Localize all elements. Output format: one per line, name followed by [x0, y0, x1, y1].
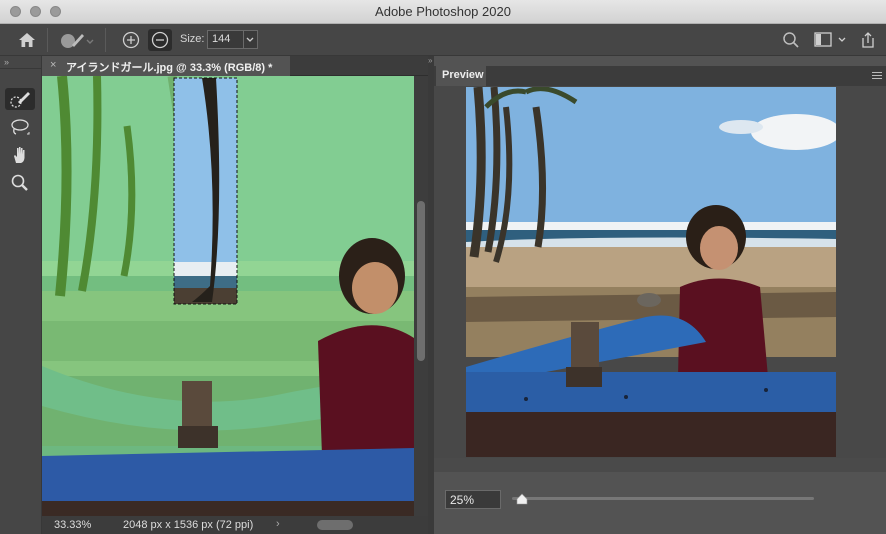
workspace-icon[interactable] [812, 29, 850, 51]
zoom-level[interactable]: 33.33% [54, 519, 91, 531]
home-icon[interactable] [14, 29, 40, 51]
chevron-down-icon [246, 37, 254, 42]
document-tab-title: アイランドガール.jpg @ 33.3% (RGB/8) * [66, 62, 273, 74]
preview-separator [434, 458, 886, 472]
preview-tab-bar: Preview [434, 66, 886, 86]
options-bar: Size: 144 [0, 24, 886, 56]
zoom-icon[interactable] [5, 172, 35, 194]
panel-menu-icon[interactable] [872, 70, 882, 82]
preview-tab[interactable]: Preview [436, 66, 486, 86]
close-icon[interactable]: × [50, 59, 56, 71]
scrollbar-thumb[interactable] [417, 201, 425, 361]
expand-panel-icon[interactable]: » [4, 57, 9, 67]
document-tab-bar: × アイランドガール.jpg @ 33.3% (RGB/8) * [42, 56, 428, 76]
window-title: Adobe Photoshop 2020 [375, 4, 511, 19]
status-bar: 33.33% 2048 px x 1536 px (72 ppi) › [42, 516, 428, 534]
title-bar: Adobe Photoshop 2020 [0, 0, 886, 24]
preview-zoom-input[interactable]: 25% [445, 490, 501, 509]
horizontal-scroll-thumb[interactable] [317, 520, 353, 530]
share-icon[interactable] [857, 29, 879, 51]
status-menu-icon[interactable]: › [276, 518, 280, 530]
size-dropdown-button[interactable] [244, 30, 258, 49]
tools-panel: » [0, 56, 42, 534]
document-tab[interactable]: × アイランドガール.jpg @ 33.3% (RGB/8) * [42, 56, 290, 76]
quick-selection-icon[interactable] [5, 88, 35, 110]
hand-icon[interactable] [5, 144, 35, 166]
lasso-icon[interactable] [5, 116, 35, 138]
collapse-panel-icon[interactable]: » [428, 56, 434, 66]
subtract-mode-icon[interactable] [148, 29, 172, 51]
options-divider [47, 28, 48, 52]
options-divider [105, 28, 106, 52]
preview-panel: Preview 25% [434, 66, 886, 534]
search-icon[interactable] [780, 29, 802, 51]
slider-thumb[interactable] [516, 492, 528, 510]
preview-area [434, 86, 886, 458]
canvas-image [42, 76, 414, 516]
add-mode-icon[interactable] [120, 29, 142, 51]
document-canvas[interactable] [42, 76, 414, 516]
size-input[interactable]: 144 [207, 30, 244, 49]
document-info: 2048 px x 1536 px (72 ppi) [123, 519, 254, 531]
preview-image [466, 87, 836, 457]
brush-preset-icon[interactable] [56, 29, 96, 51]
size-label: Size: [180, 33, 205, 45]
preview-zoom-slider[interactable] [512, 497, 814, 500]
vertical-scrollbar[interactable] [414, 76, 428, 516]
